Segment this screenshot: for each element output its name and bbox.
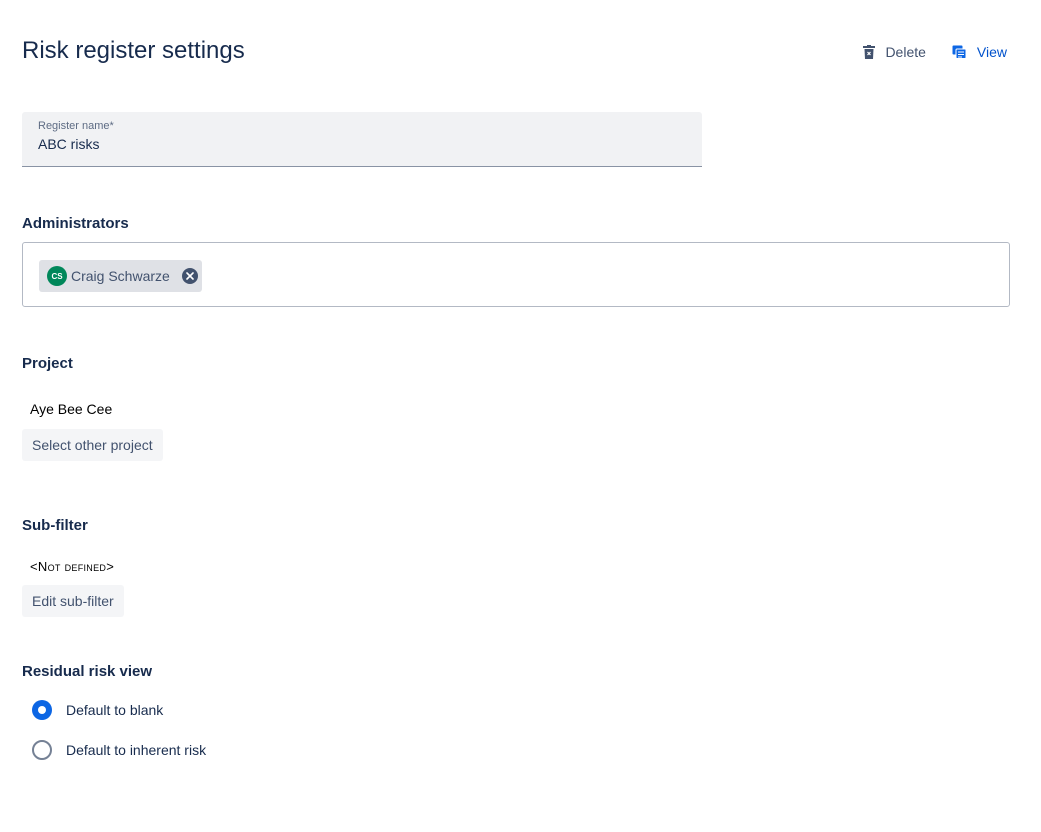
register-name-value[interactable]: ABC risks — [38, 136, 686, 152]
sub-filter-heading: Sub-filter — [22, 517, 88, 534]
register-name-field[interactable]: Register name* ABC risks — [22, 112, 702, 167]
user-chip: CS Craig Schwarze — [39, 260, 202, 292]
page-title: Risk register settings — [22, 37, 245, 64]
administrators-heading: Administrators — [22, 215, 129, 232]
view-button[interactable]: View — [952, 44, 1007, 60]
radio-button-unchecked[interactable] — [32, 740, 52, 760]
project-heading: Project — [22, 355, 73, 372]
edit-sub-filter-button[interactable]: Edit sub-filter — [22, 585, 124, 617]
register-name-label: Register name* — [38, 120, 114, 132]
view-label: View — [976, 44, 1007, 60]
delete-label: Delete — [885, 44, 926, 60]
header-actions: Delete View — [863, 44, 1007, 60]
residual-risk-view-heading: Residual risk view — [22, 663, 153, 680]
administrators-picker[interactable]: CS Craig Schwarze — [22, 242, 1010, 307]
radio-label: Default to inherent risk — [66, 742, 207, 758]
close-icon — [186, 272, 194, 280]
radio-label: Default to blank — [66, 702, 164, 718]
copy-icon — [952, 45, 967, 59]
sub-filter-value: <Not defined> — [30, 559, 115, 574]
radio-button-checked[interactable] — [32, 700, 52, 720]
project-name: Aye Bee Cee — [30, 401, 113, 417]
radio-default-to-inherent-risk[interactable]: Default to inherent risk — [32, 740, 206, 760]
trash-icon — [863, 45, 876, 59]
avatar: CS — [47, 266, 67, 286]
radio-default-to-blank[interactable]: Default to blank — [32, 700, 163, 720]
user-chip-name: Craig Schwarze — [71, 268, 170, 284]
delete-button[interactable]: Delete — [863, 44, 926, 60]
remove-user-button[interactable] — [181, 268, 198, 284]
select-other-project-button[interactable]: Select other project — [22, 429, 163, 461]
